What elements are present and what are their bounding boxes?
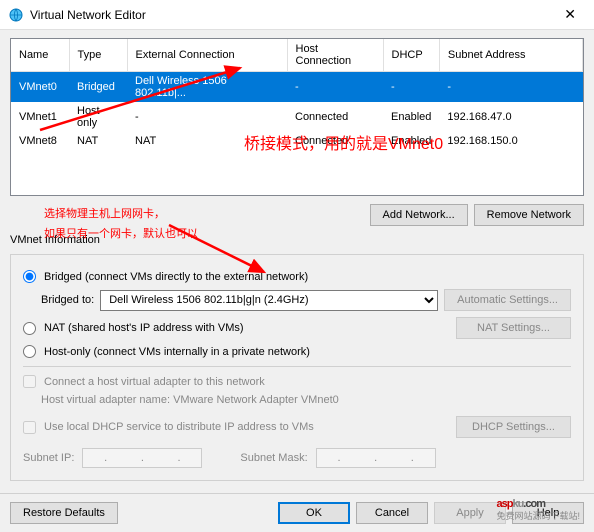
network-table[interactable]: Name Type External Connection Host Conne… xyxy=(10,38,584,196)
dhcp-settings-button: DHCP Settings... xyxy=(456,416,571,438)
bridged-radio[interactable] xyxy=(23,270,36,283)
nat-radio[interactable] xyxy=(23,322,36,335)
group-label: VMnet Information xyxy=(10,234,584,246)
subnet-mask-label: Subnet Mask: xyxy=(240,452,307,464)
nat-label: NAT (shared host's IP address with VMs) xyxy=(44,322,244,334)
subnet-ip-label: Subnet IP: xyxy=(23,452,74,464)
apply-button: Apply xyxy=(434,502,506,524)
ok-button[interactable]: OK xyxy=(278,502,350,524)
dhcp-label: Use local DHCP service to distribute IP … xyxy=(44,421,314,433)
window-title: Virtual Network Editor xyxy=(30,8,554,22)
app-icon xyxy=(8,7,24,23)
add-network-button[interactable]: Add Network... xyxy=(370,204,468,226)
table-row[interactable]: VMnet0BridgedDell Wireless 1506 802.11b|… xyxy=(11,72,583,103)
close-button[interactable]: ✕ xyxy=(554,2,586,27)
remove-network-button[interactable]: Remove Network xyxy=(474,204,584,226)
connect-host-label: Connect a host virtual adapter to this n… xyxy=(44,376,265,388)
adapter-name-label: Host virtual adapter name: VMware Networ… xyxy=(41,394,571,406)
bridged-to-label: Bridged to: xyxy=(41,294,94,306)
titlebar: Virtual Network Editor ✕ xyxy=(0,0,594,30)
connect-host-checkbox xyxy=(23,375,36,388)
watermark: aspku.com 免费网站源码下载站! xyxy=(496,490,580,522)
table-row[interactable]: VMnet8NATNATConnectedEnabled192.168.150.… xyxy=(11,132,583,150)
cancel-button[interactable]: Cancel xyxy=(356,502,428,524)
table-header-row: Name Type External Connection Host Conne… xyxy=(11,39,583,72)
nat-settings-button: NAT Settings... xyxy=(456,317,571,339)
dhcp-checkbox xyxy=(23,421,36,434)
hostonly-label: Host-only (connect VMs internally in a p… xyxy=(44,346,310,358)
bridged-label: Bridged (connect VMs directly to the ext… xyxy=(44,271,308,283)
subnet-mask-input: ... xyxy=(316,448,436,468)
table-row[interactable]: VMnet1Host-only-ConnectedEnabled192.168.… xyxy=(11,102,583,132)
automatic-settings-button: Automatic Settings... xyxy=(444,289,571,311)
hostonly-radio[interactable] xyxy=(23,345,36,358)
bridged-to-select[interactable]: Dell Wireless 1506 802.11b|g|n (2.4GHz) xyxy=(100,290,438,311)
subnet-ip-input: ... xyxy=(82,448,202,468)
vmnet-info-group: Bridged (connect VMs directly to the ext… xyxy=(10,254,584,481)
restore-defaults-button[interactable]: Restore Defaults xyxy=(10,502,118,524)
